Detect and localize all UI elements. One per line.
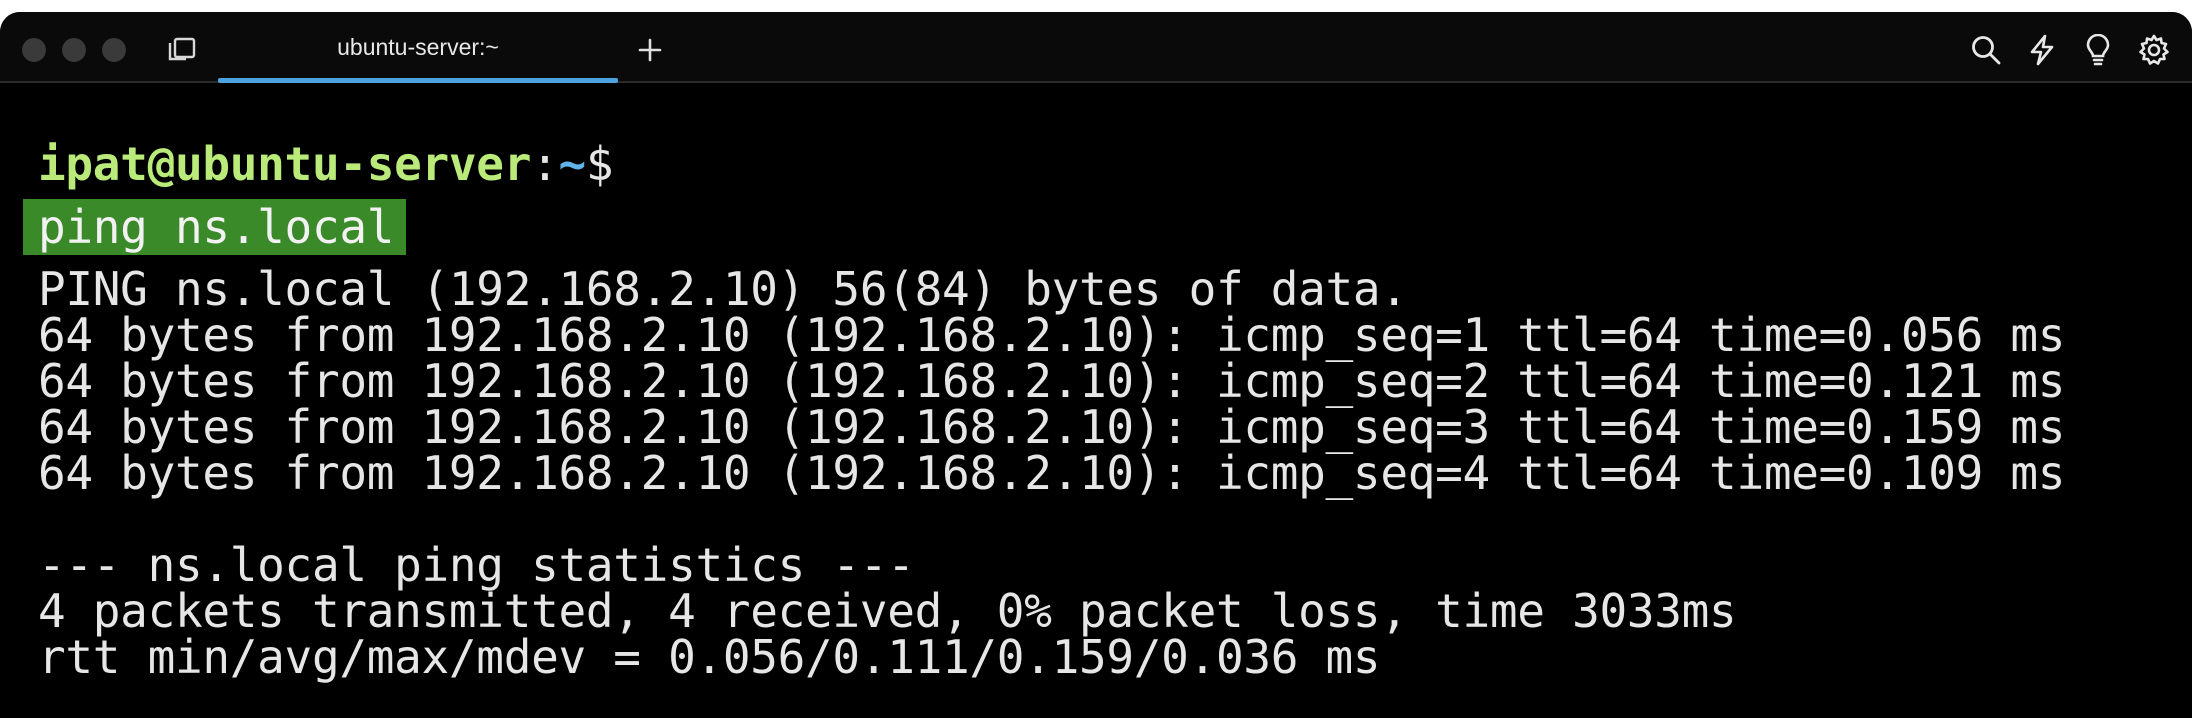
prompt-symbol: $ [585,137,614,191]
gear-icon[interactable] [2136,32,2172,68]
title-bar: ubuntu-server:~ [0,12,2192,83]
ping-reply: 64 bytes from 192.168.2.10 (192.168.2.10… [38,308,2066,362]
lightbulb-icon[interactable] [2080,32,2116,68]
minimize-window-button[interactable] [62,38,86,62]
prompt-path: ~ [558,137,587,191]
command-text: ping ns.local [38,200,395,254]
close-window-button[interactable] [22,38,46,62]
window-controls [22,38,126,62]
ping-reply: 64 bytes from 192.168.2.10 (192.168.2.10… [38,400,2066,454]
plus-icon[interactable] [632,32,668,68]
stats-summary: 4 packets transmitted, 4 received, 0% pa… [38,584,1737,638]
terminal-window: ubuntu-server:~ ipat@ubuntu-server:~$ pi… [0,12,2192,718]
prompt-user-host: ipat@ubuntu-server [38,137,532,191]
ping-header: PING ns.local (192.168.2.10) 56(84) byte… [38,262,1408,316]
ping-reply: 64 bytes from 192.168.2.10 (192.168.2.10… [38,446,2066,500]
active-tab-indicator [218,78,618,83]
tab-label: ubuntu-server:~ [337,34,499,60]
shell-prompt: ipat@ubuntu-server:~$ [38,137,614,191]
bolt-icon[interactable] [2024,32,2060,68]
search-icon[interactable] [1968,32,2004,68]
stats-rtt: rtt min/avg/max/mdev = 0.056/0.111/0.159… [38,630,1381,684]
ping-reply: 64 bytes from 192.168.2.10 (192.168.2.10… [38,354,2066,408]
toolbar-right [1968,32,2172,68]
layout-icon[interactable] [166,34,198,64]
stats-title: --- ns.local ping statistics --- [38,538,915,592]
terminal-output-area[interactable]: ipat@ubuntu-server:~$ ping ns.local PING… [0,85,2192,718]
tab-ubuntu-server[interactable]: ubuntu-server:~ [218,12,618,83]
prompt-colon: : [531,137,559,191]
maximize-window-button[interactable] [102,38,126,62]
